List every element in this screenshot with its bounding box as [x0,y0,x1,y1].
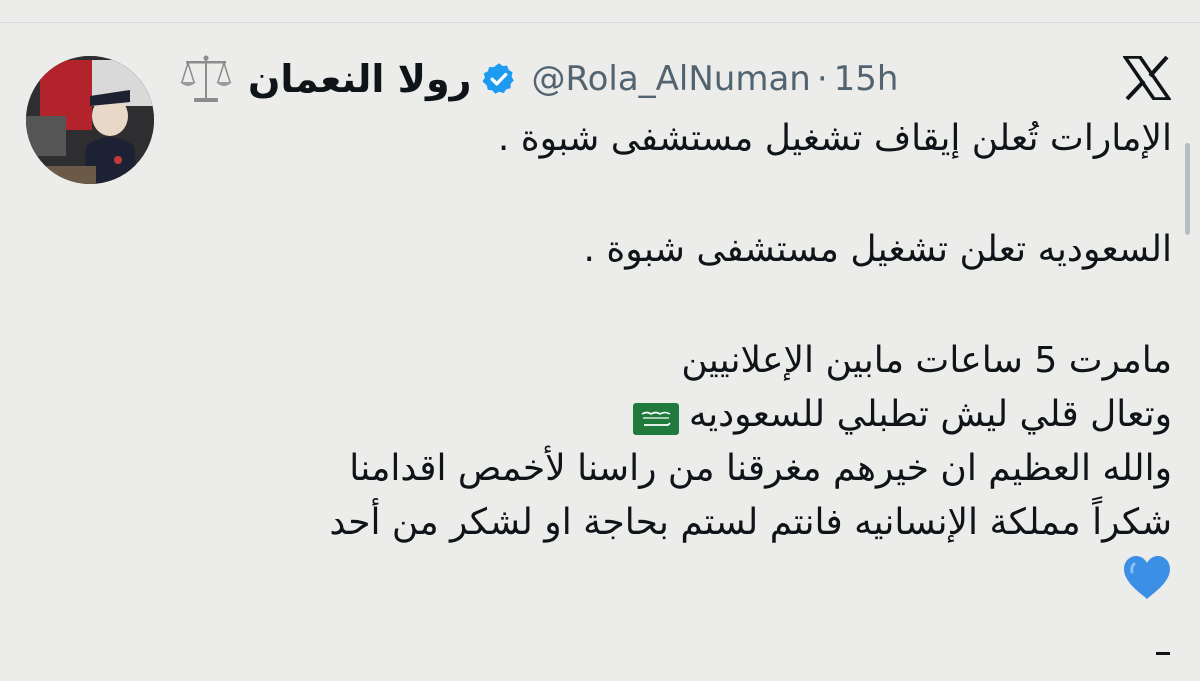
tweet-line-heart [232,550,1172,604]
saudi-flag-icon [632,397,679,435]
top-divider [0,22,1200,23]
blue-heart-icon [1122,555,1172,601]
truncation-dash [1156,652,1170,655]
tweet-header: رولا النعمان @Rola_AlNuman · 15h [178,52,898,106]
tweet-line: مامرت 5 ساعات مابين الإعلانيين [681,340,1172,381]
tweet-line: والله العظيم ان خيرهم مغرقنا من راسنا لأ… [349,448,1172,489]
author-display-name[interactable]: رولا النعمان [248,57,471,101]
tweet-line: السعوديه تعلن تشغيل مستشفى شبوة . [583,229,1172,270]
tweet-line: شكراً مملكة الإنسانيه فانتم لستم بحاجة ا… [329,502,1172,543]
author-handle[interactable]: @Rola_AlNuman [531,59,810,99]
x-logo-icon[interactable] [1121,55,1173,101]
tweet-line-text: وتعال قلي ليش تطبلي للسعوديه [688,394,1172,435]
tweet-timestamp[interactable]: 15h [834,59,899,99]
scales-of-justice-icon [178,52,234,106]
tweet-line: الإمارات تُعلن إيقاف تشغيل مستشفى شبوة . [497,118,1172,159]
avatar-photo [26,56,154,184]
tweet-line-with-flag: وتعال قلي ليش تطبلي للسعوديه [232,388,1172,442]
tweet-body: الإمارات تُعلن إيقاف تشغيل مستشفى شبوة .… [232,112,1172,604]
verified-badge-icon [481,61,517,97]
separator-dot: · [816,59,828,99]
scrollbar[interactable] [1185,143,1190,235]
avatar[interactable] [26,56,154,184]
